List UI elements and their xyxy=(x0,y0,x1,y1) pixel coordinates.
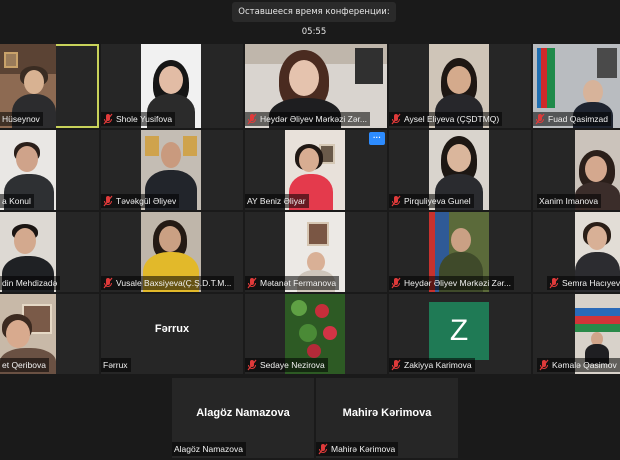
participant-name: din Mehdizadə xyxy=(2,278,58,288)
participant-label: Heydər Əliyev Mərkəzi Zər... xyxy=(245,112,371,126)
participant-name: Xanim Imanova xyxy=(539,196,599,206)
participant-placeholder-name: Fərrux xyxy=(154,322,190,335)
participant-tile[interactable]: Fərrux Fərrux xyxy=(101,294,243,374)
mic-muted-icon xyxy=(391,359,401,371)
participant-tile[interactable]: Alagöz Namazova Alagöz Namazova xyxy=(172,378,314,458)
participant-tile[interactable]: din Mehdizadə xyxy=(0,212,99,292)
participant-label: din Mehdizadə xyxy=(0,276,61,290)
participant-name: Fərrux xyxy=(103,360,128,370)
avatar: Z xyxy=(429,302,489,360)
participant-label: Mahirə Kərimova xyxy=(316,442,399,456)
participant-label: Təvəkgül Əliyev xyxy=(101,194,180,208)
participant-label: Heydər Əliyev Mərkəzi Zər... xyxy=(389,276,515,290)
participant-tile[interactable]: Xanim Imanova xyxy=(533,130,620,210)
participant-name: Sedaye Nezirova xyxy=(260,360,325,370)
participant-tile[interactable]: Heydər Əliyev Mərkəzi Zər... xyxy=(389,212,531,292)
participant-name: AY Beniz Əliyar xyxy=(247,196,306,206)
participant-name: Fuad Qasimzad xyxy=(548,114,608,124)
mic-muted-icon xyxy=(549,277,559,289)
participant-name: Kəmalə Qasimov xyxy=(552,360,617,370)
participant-tile[interactable]: Vusale Baxsiyeva(Ç.Ş.D.T.M... xyxy=(101,212,243,292)
participant-label: Fuad Qasimzad xyxy=(533,112,611,126)
participant-tile[interactable]: Təvəkgül Əliyev xyxy=(101,130,243,210)
mic-muted-icon xyxy=(103,113,113,125)
mic-muted-icon xyxy=(103,195,113,207)
meeting-timer: Оставшееся время конференции: 05:55 xyxy=(232,2,396,37)
mic-muted-icon xyxy=(535,113,545,125)
participant-tile[interactable]: Z Zakiyya Karimova xyxy=(389,294,531,374)
participant-label: Xanim Imanova xyxy=(537,194,602,208)
mic-muted-icon xyxy=(539,359,549,371)
mic-muted-icon xyxy=(318,443,328,455)
participant-name: Vusale Baxsiyeva(Ç.Ş.D.T.M... xyxy=(116,278,232,288)
participant-label: Sedaye Nezirova xyxy=(245,358,328,372)
participant-tile[interactable]: Hüseynov xyxy=(0,44,99,128)
participant-tile[interactable]: Shole Yusifova xyxy=(101,44,243,128)
participant-name: Təvəkgül Əliyev xyxy=(116,196,177,206)
participant-name: Heydər Əliyev Mərkəzi Zər... xyxy=(260,114,368,124)
participant-name: Pirquliyeva Gunel xyxy=(404,196,471,206)
participant-tile[interactable]: Heydər Əliyev Mərkəzi Zər... xyxy=(245,44,387,128)
participant-name: Mətanət Fermanova xyxy=(260,278,337,288)
participant-label: AY Beniz Əliyar xyxy=(245,194,309,208)
participant-label: Semra Hacıyeva xyxy=(547,276,620,290)
participant-name: Semra Hacıyeva xyxy=(562,278,620,288)
participant-tile[interactable]: Kəmalə Qasimov xyxy=(533,294,620,374)
participant-label: Vusale Baxsiyeva(Ç.Ş.D.T.M... xyxy=(101,276,235,290)
participant-label: Zakiyya Karimova xyxy=(389,358,475,372)
mic-muted-icon xyxy=(391,113,401,125)
participant-tile[interactable]: Aysel Eliyeva (ÇŞDTMQ) xyxy=(389,44,531,128)
participant-label: a Konul xyxy=(0,194,34,208)
participant-tile[interactable]: Fuad Qasimzad xyxy=(533,44,620,128)
participant-tile[interactable]: Semra Hacıyeva xyxy=(533,212,620,292)
participant-name: Aysel Eliyeva (ÇŞDTMQ) xyxy=(404,114,500,124)
participant-placeholder-name: Mahirə Kərimova xyxy=(342,406,432,419)
participant-label: Alagöz Namazova xyxy=(172,442,246,456)
mic-muted-icon xyxy=(247,359,257,371)
participant-tile[interactable]: Sedaye Nezirova xyxy=(245,294,387,374)
participant-label: Aysel Eliyeva (ÇŞDTMQ) xyxy=(389,112,503,126)
participant-placeholder-name: Alagöz Namazova xyxy=(196,406,290,419)
mic-muted-icon xyxy=(247,113,257,125)
participant-name: Mahirə Kərimova xyxy=(331,444,396,454)
participant-label: et Qeribova xyxy=(0,358,49,372)
participant-name: Hüseynov xyxy=(2,114,40,124)
participant-label: Shole Yusifova xyxy=(101,112,176,126)
participant-name: a Konul xyxy=(2,196,31,206)
participant-name: Alagöz Namazova xyxy=(174,444,243,454)
mic-muted-icon xyxy=(391,277,401,289)
participant-name: Zakiyya Karimova xyxy=(404,360,472,370)
participant-label: Hüseynov xyxy=(0,112,43,126)
participant-tile[interactable]: a Konul xyxy=(0,130,99,210)
participant-tile[interactable]: Pirquliyeva Gunel xyxy=(389,130,531,210)
participant-name: Shole Yusifova xyxy=(116,114,173,124)
mic-muted-icon xyxy=(391,195,401,207)
participant-label: Pirquliyeva Gunel xyxy=(389,194,474,208)
participant-label: Fərrux xyxy=(101,358,131,372)
participant-tile[interactable]: et Qeribova xyxy=(0,294,99,374)
participant-tile[interactable]: ··· AY Beniz Əliyar xyxy=(245,130,387,210)
participant-tile[interactable]: Mətanət Fermanova xyxy=(245,212,387,292)
mic-muted-icon xyxy=(103,277,113,289)
more-options-button[interactable]: ··· xyxy=(369,132,385,145)
mic-muted-icon xyxy=(247,277,257,289)
participant-name: et Qeribova xyxy=(2,360,46,370)
participant-label: Mətanət Fermanova xyxy=(245,276,340,290)
participant-tile[interactable]: Mahirə Kərimova Mahirə Kərimova xyxy=(316,378,458,458)
participant-name: Heydər Əliyev Mərkəzi Zər... xyxy=(404,278,512,288)
participant-label: Kəmalə Qasimov xyxy=(537,358,620,372)
